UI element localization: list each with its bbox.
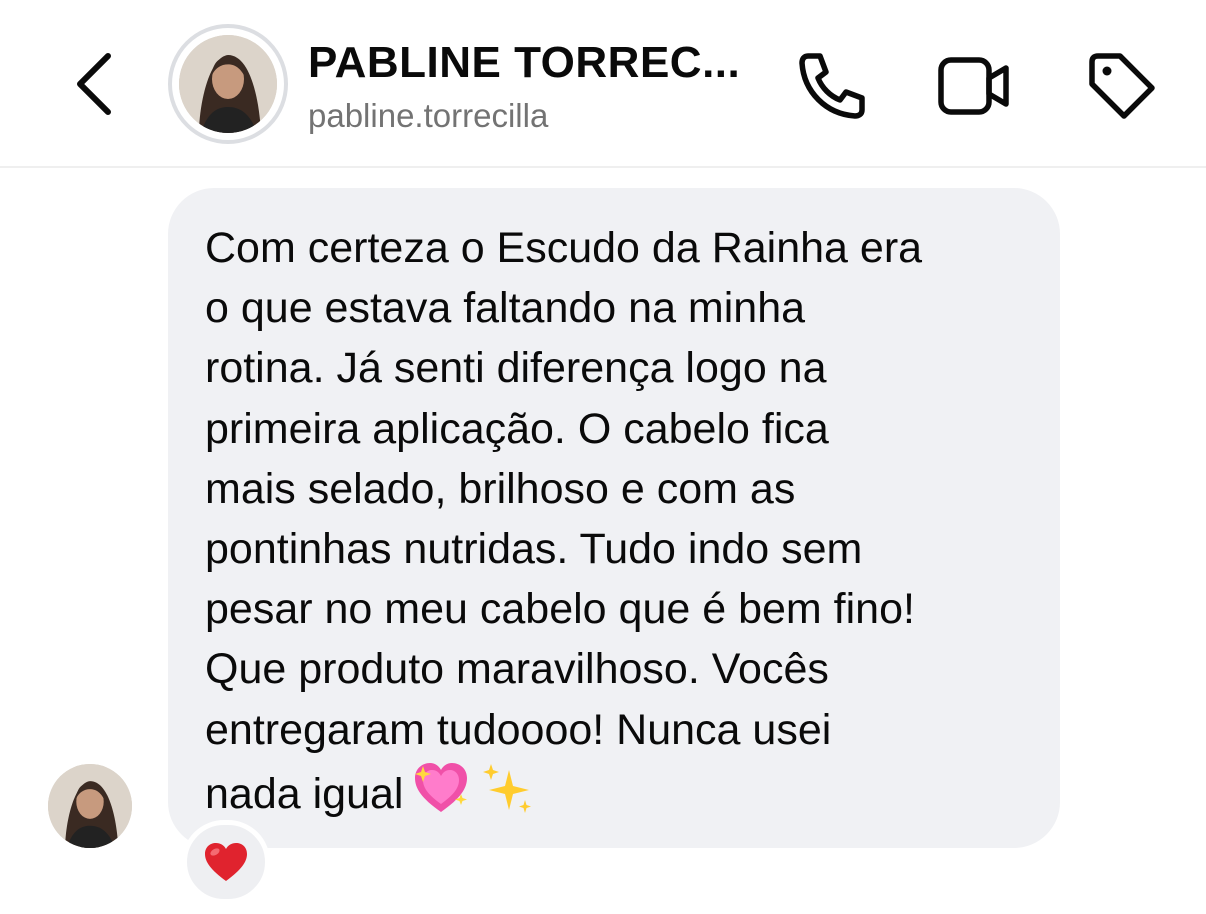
message-line: entregaram tudoooo! Nunca usei bbox=[205, 705, 832, 754]
message-bubble[interactable]: Com certeza o Escudo da Rainha era o que… bbox=[168, 188, 1060, 848]
message-text: Com certeza o Escudo da Rainha era o que… bbox=[205, 218, 1030, 824]
avatar bbox=[179, 35, 277, 133]
chat-screen: PABLINE TORREC... pabline.torrecilla Com… bbox=[0, 0, 1206, 914]
message-line: mais selado, brilhoso e com as bbox=[205, 464, 796, 513]
chat-username: pabline.torrecilla bbox=[308, 97, 549, 134]
message-line: nada igual bbox=[205, 769, 404, 818]
reaction-badge[interactable] bbox=[182, 820, 270, 904]
video-camera-icon bbox=[938, 57, 1009, 115]
message-line: rotina. Já senti diferença logo na bbox=[205, 344, 827, 393]
tag-icon bbox=[1089, 53, 1155, 119]
profile-avatar[interactable] bbox=[168, 24, 288, 144]
chat-header: PABLINE TORREC... pabline.torrecilla bbox=[0, 0, 1206, 168]
message-line: Que produto maravilhoso. Vocês bbox=[205, 645, 829, 694]
chevron-left-icon bbox=[77, 53, 111, 115]
video-call-button[interactable] bbox=[936, 48, 1012, 124]
message-line: Com certeza o Escudo da Rainha era bbox=[205, 224, 923, 272]
chat-title[interactable]: PABLINE TORREC... bbox=[308, 38, 778, 88]
call-button[interactable] bbox=[794, 48, 870, 124]
message-line: pesar no meu cabelo que é bem fino! bbox=[205, 585, 915, 634]
sparkles-emoji bbox=[483, 763, 532, 813]
message-line: pontinhas nutridas. Tudo indo sem bbox=[205, 525, 863, 574]
message-line: primeira aplicação. O cabelo fica bbox=[205, 404, 829, 453]
phone-icon bbox=[799, 53, 865, 119]
message-line: o que estava faltando na minha bbox=[205, 284, 806, 333]
message-last-line: nada igual bbox=[205, 760, 1030, 824]
sender-avatar[interactable] bbox=[48, 764, 132, 848]
tag-button[interactable] bbox=[1082, 48, 1158, 124]
sparkling-heart-emoji bbox=[415, 762, 468, 812]
red-heart-emoji bbox=[205, 843, 247, 881]
back-button[interactable] bbox=[62, 42, 126, 126]
